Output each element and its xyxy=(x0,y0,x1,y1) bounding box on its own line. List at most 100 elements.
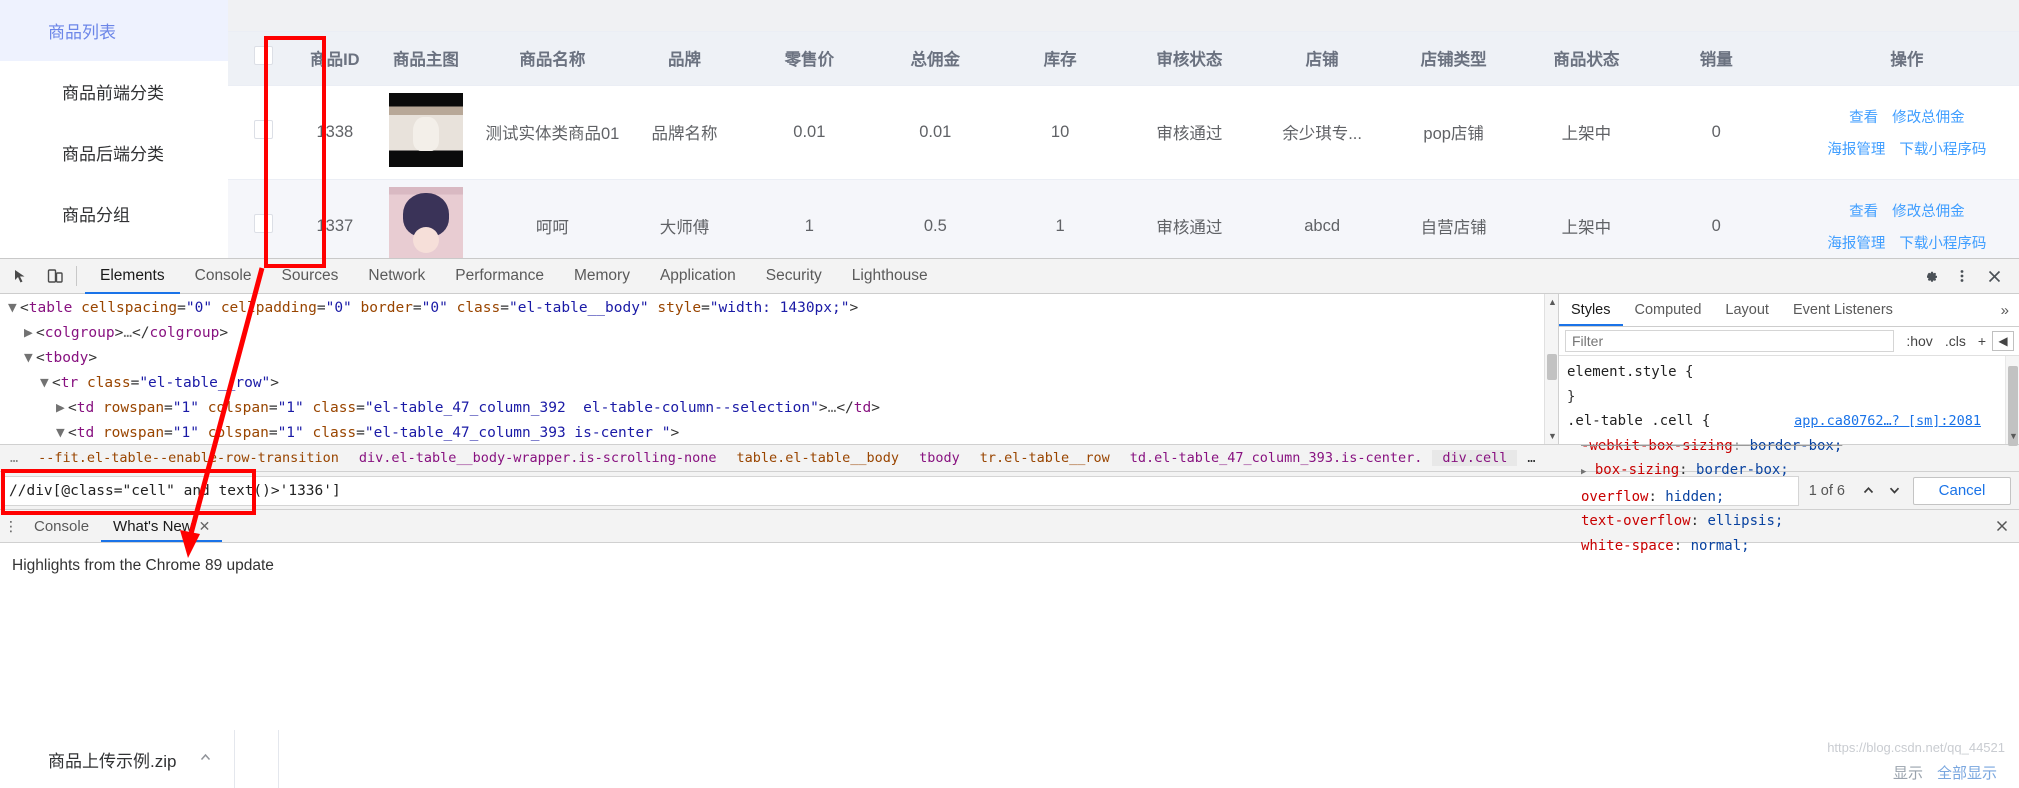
col-header-shop[interactable]: 店铺 xyxy=(1256,32,1388,86)
class-toggle[interactable]: .cls xyxy=(1939,333,1972,349)
dom-tree-line[interactable]: ▼ <table cellspacing="0" cellpadding="0" … xyxy=(8,296,1558,321)
dom-tree-line[interactable]: ▶ <td rowspan="1" colspan="1" class="el-t… xyxy=(8,396,1558,421)
sidebar-item-back-category[interactable]: 商品后端分类 xyxy=(0,122,234,183)
drawer-tab-console[interactable]: Console xyxy=(22,510,101,542)
stylesheet-source-link[interactable]: app.ca80762…? [sm]:2081 xyxy=(1794,409,1981,434)
breadcrumb-item[interactable]: tr.el-table__row xyxy=(970,450,1120,466)
tab-console[interactable]: Console xyxy=(180,259,267,294)
chevron-right-icon[interactable]: ▶ xyxy=(1581,467,1586,477)
chevron-up-icon[interactable] xyxy=(199,751,212,767)
sidebar-item-product-list[interactable]: 商品列表 xyxy=(0,0,234,61)
sidebar-item-upload-sample[interactable]: 商品上传示例.zip xyxy=(0,730,234,788)
tab-memory[interactable]: Memory xyxy=(559,259,645,294)
dom-tree-line[interactable]: ▼ <tbody> xyxy=(8,346,1558,371)
tab-application[interactable]: Application xyxy=(645,259,751,294)
breadcrumb-item[interactable]: div.cell xyxy=(1432,450,1518,466)
breadcrumb-overflow[interactable]: … xyxy=(0,450,28,466)
tab-security[interactable]: Security xyxy=(751,259,837,294)
hover-state-toggle[interactable]: :hov xyxy=(1900,333,1938,349)
tab-lighthouse[interactable]: Lighthouse xyxy=(837,259,943,294)
scroll-up-icon[interactable]: ▲ xyxy=(1548,297,1557,307)
col-header-stock[interactable]: 库存 xyxy=(998,32,1122,86)
show-all-link[interactable]: 全部显示 xyxy=(1937,762,1997,783)
drawer-tab-whats-new[interactable]: What's New ✕ xyxy=(101,510,222,542)
breadcrumb-item[interactable]: --fit.el-table--enable-row-transition xyxy=(28,450,349,466)
col-header-brand[interactable]: 品牌 xyxy=(622,32,747,86)
disclosure-triangle-icon[interactable]: ▼ xyxy=(40,371,52,396)
breadcrumb-item[interactable]: td.el-table_47_column_393.is-center. xyxy=(1120,450,1433,466)
col-header-shop-type[interactable]: 店铺类型 xyxy=(1387,32,1521,86)
disclosure-triangle-icon[interactable]: ▶ xyxy=(56,396,68,421)
breadcrumb-item[interactable]: table.el-table__body xyxy=(727,450,910,466)
device-toolbar-icon[interactable] xyxy=(42,263,68,289)
col-header-product-id[interactable]: 商品ID xyxy=(299,32,370,86)
dom-tree-scrollbar[interactable]: ▲ ▼ xyxy=(1544,294,1558,444)
dom-tree-line[interactable]: ▼ <td rowspan="1" colspan="1" class="el-t… xyxy=(8,421,1558,444)
disclosure-triangle-icon[interactable]: ▶ xyxy=(24,321,36,346)
select-all-checkbox[interactable] xyxy=(254,46,274,66)
poster-manage-link[interactable]: 海报管理 xyxy=(1827,232,1885,253)
css-declaration[interactable]: ▶ box-sizing: border-box; xyxy=(1567,458,2011,485)
col-header-audit-status[interactable]: 审核状态 xyxy=(1121,32,1257,86)
table-row[interactable]: 1338 测试实体类商品01 品牌名称 0.01 0.01 10 审核通过 余少… xyxy=(228,85,2019,180)
disclosure-triangle-icon[interactable]: ▼ xyxy=(56,421,68,444)
css-declaration[interactable]: overflow: hidden; xyxy=(1567,485,2011,510)
col-header-main-image[interactable]: 商品主图 xyxy=(369,32,483,86)
product-thumbnail[interactable] xyxy=(388,92,463,167)
download-miniprogram-code-link[interactable]: 下载小程序码 xyxy=(1899,138,1986,159)
dom-tree-line[interactable]: ▶ <colgroup>…</colgroup> xyxy=(8,321,1558,346)
breadcrumb-item[interactable]: … xyxy=(1517,450,1545,466)
tab-event-listeners[interactable]: Event Listeners xyxy=(1781,294,1905,326)
css-declaration[interactable]: text-overflow: ellipsis; xyxy=(1567,509,2011,534)
edit-commission-link[interactable]: 修改总佣金 xyxy=(1892,106,1965,127)
css-declaration[interactable]: white-space: normal; xyxy=(1567,534,2011,559)
row-select-cell[interactable] xyxy=(228,85,300,180)
new-style-rule-button[interactable]: + xyxy=(1972,333,1992,349)
scrollbar-thumb[interactable] xyxy=(1547,354,1557,380)
sidebar-item-front-category[interactable]: 商品前端分类 xyxy=(0,61,234,122)
settings-gear-icon[interactable] xyxy=(1915,261,1945,291)
more-vertical-icon[interactable] xyxy=(1947,261,1977,291)
tab-styles[interactable]: Styles xyxy=(1559,294,1623,326)
sidebar-item-product-group[interactable]: 商品分组 xyxy=(0,183,234,244)
styles-more-tabs-icon[interactable]: » xyxy=(1991,294,2019,326)
disclosure-triangle-icon[interactable]: ▼ xyxy=(8,296,20,321)
css-selector[interactable]: element.style { xyxy=(1567,360,2011,385)
css-declaration[interactable]: -webkit-box-sizing: border-box; xyxy=(1567,434,2011,459)
tab-layout[interactable]: Layout xyxy=(1713,294,1781,326)
scroll-down-icon[interactable]: ▼ xyxy=(2009,431,2018,441)
styles-filter-input[interactable] xyxy=(1565,330,1895,352)
toggle-element-state-icon[interactable]: ◀ xyxy=(1992,331,2014,351)
view-link[interactable]: 查看 xyxy=(1849,200,1878,221)
search-input[interactable]: //div[@class="cell" and text()>'1336'] xyxy=(2,475,1799,506)
select-all-header[interactable] xyxy=(228,32,300,86)
edit-commission-link[interactable]: 修改总佣金 xyxy=(1892,200,1965,221)
col-header-sales[interactable]: 销量 xyxy=(1652,32,1780,86)
view-link[interactable]: 查看 xyxy=(1849,106,1878,127)
inspect-element-icon[interactable] xyxy=(8,263,34,289)
breadcrumb-item[interactable]: div.el-table__body-wrapper.is-scrolling-… xyxy=(349,450,727,466)
row-checkbox[interactable] xyxy=(254,120,274,139)
col-header-total-commission[interactable]: 总佣金 xyxy=(872,32,999,86)
tab-network[interactable]: Network xyxy=(353,259,440,294)
tab-sources[interactable]: Sources xyxy=(267,259,354,294)
close-icon[interactable] xyxy=(1979,261,2009,291)
download-miniprogram-code-link[interactable]: 下载小程序码 xyxy=(1899,232,1986,253)
row-checkbox[interactable] xyxy=(254,214,274,233)
dom-tree-line[interactable]: ▼ <tr class="el-table__row"> xyxy=(8,371,1558,396)
tab-elements[interactable]: Elements xyxy=(85,259,180,294)
tab-computed[interactable]: Computed xyxy=(1623,294,1714,326)
col-header-retail-price[interactable]: 零售价 xyxy=(746,32,873,86)
css-selector[interactable]: .el-table .cell {app.ca80762…? [sm]:2081 xyxy=(1567,409,2011,434)
poster-manage-link[interactable]: 海报管理 xyxy=(1827,138,1885,159)
disclosure-triangle-icon[interactable]: ▼ xyxy=(24,346,36,371)
tab-performance[interactable]: Performance xyxy=(440,259,559,294)
col-header-product-status[interactable]: 商品状态 xyxy=(1520,32,1653,86)
product-thumbnail[interactable] xyxy=(388,186,463,261)
col-header-product-name[interactable]: 商品名称 xyxy=(482,32,623,86)
breadcrumb-item[interactable]: tbody xyxy=(909,450,970,466)
more-vertical-icon[interactable]: ⋮ xyxy=(0,510,22,542)
styles-scrollbar[interactable]: ▼ xyxy=(2005,356,2019,446)
scroll-down-icon[interactable]: ▼ xyxy=(1548,431,1557,441)
dom-tree-pane[interactable]: ▼ <table cellspacing="0" cellpadding="0" … xyxy=(0,294,1559,444)
